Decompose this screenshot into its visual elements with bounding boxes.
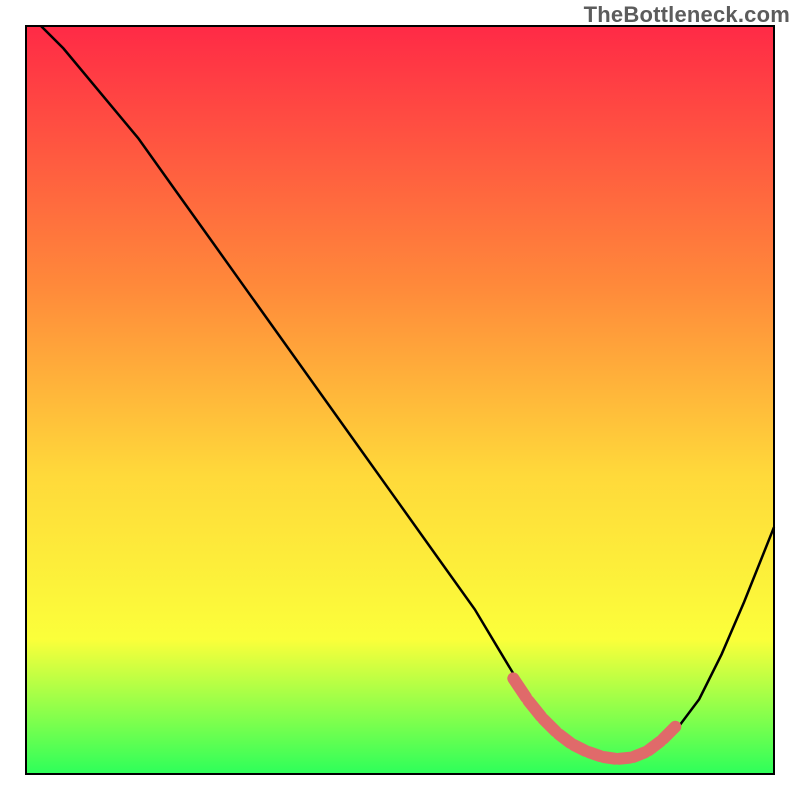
watermark-label: TheBottleneck.com xyxy=(584,2,790,28)
sweet-spot-bead xyxy=(663,727,675,739)
sweet-spot-bead xyxy=(559,734,571,743)
bottleneck-chart xyxy=(0,0,800,800)
sweet-spot-bead xyxy=(648,742,660,751)
chart-container: TheBottleneck.com xyxy=(0,0,800,800)
